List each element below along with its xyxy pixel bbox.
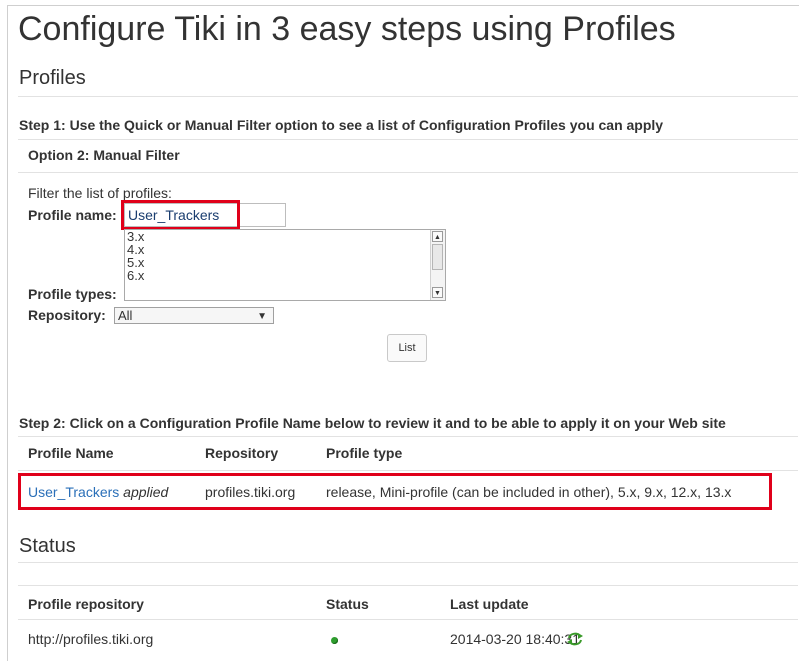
repository-select-value: All — [118, 308, 133, 323]
refresh-icon[interactable] — [566, 631, 584, 647]
divider — [18, 139, 798, 140]
divider — [18, 436, 798, 437]
status-row-last-update: 2014-03-20 18:40:31 — [450, 631, 580, 647]
divider — [18, 585, 798, 586]
col-repository: Repository — [205, 445, 279, 461]
page-title: Configure Tiki in 3 easy steps using Pro… — [18, 10, 676, 48]
manual-filter-heading: Option 2: Manual Filter — [28, 147, 180, 163]
col-profile-repository: Profile repository — [28, 596, 144, 612]
frame-top-border — [7, 5, 799, 6]
col-profile-type: Profile type — [326, 445, 403, 461]
col-status: Status — [326, 596, 369, 612]
divider — [18, 562, 798, 563]
profile-types-listbox[interactable]: 3.x 4.x 5.x 6.x ▲ ▼ — [124, 229, 446, 301]
listbox-scrollbar[interactable]: ▲ ▼ — [430, 230, 445, 300]
repository-label: Repository: — [28, 307, 106, 323]
profile-name-label: Profile name: — [28, 207, 117, 223]
profile-row-highlight — [18, 473, 772, 510]
profile-type-option[interactable]: 3.x — [125, 230, 445, 243]
chevron-down-icon: ▼ — [257, 311, 267, 322]
divider — [18, 470, 798, 471]
status-row-repository: http://profiles.tiki.org — [28, 631, 154, 647]
list-button[interactable]: List — [387, 334, 427, 362]
divider — [18, 619, 798, 620]
profile-type-option[interactable]: 6.x — [125, 269, 445, 282]
scroll-thumb[interactable] — [432, 244, 443, 270]
profile-name-highlight — [121, 200, 240, 230]
scroll-up-icon[interactable]: ▲ — [432, 231, 443, 242]
profile-type-option[interactable]: 5.x — [125, 256, 445, 269]
green-dot-icon — [331, 637, 338, 644]
frame-left-border — [7, 5, 8, 661]
status-heading: Status — [19, 535, 76, 557]
profile-type-option[interactable]: 4.x — [125, 243, 445, 256]
col-last-update: Last update — [450, 596, 529, 612]
step2-heading: Step 2: Click on a Configuration Profile… — [19, 415, 726, 431]
step1-heading: Step 1: Use the Quick or Manual Filter o… — [19, 117, 664, 133]
profiles-heading: Profiles — [19, 67, 86, 89]
profile-types-label: Profile types: — [28, 286, 117, 302]
repository-select[interactable]: All ▼ — [114, 307, 274, 324]
col-profile-name: Profile Name — [28, 445, 114, 461]
divider — [18, 96, 798, 97]
filter-intro-text: Filter the list of profiles: — [28, 185, 172, 201]
divider — [18, 172, 798, 173]
scroll-down-icon[interactable]: ▼ — [432, 287, 443, 298]
